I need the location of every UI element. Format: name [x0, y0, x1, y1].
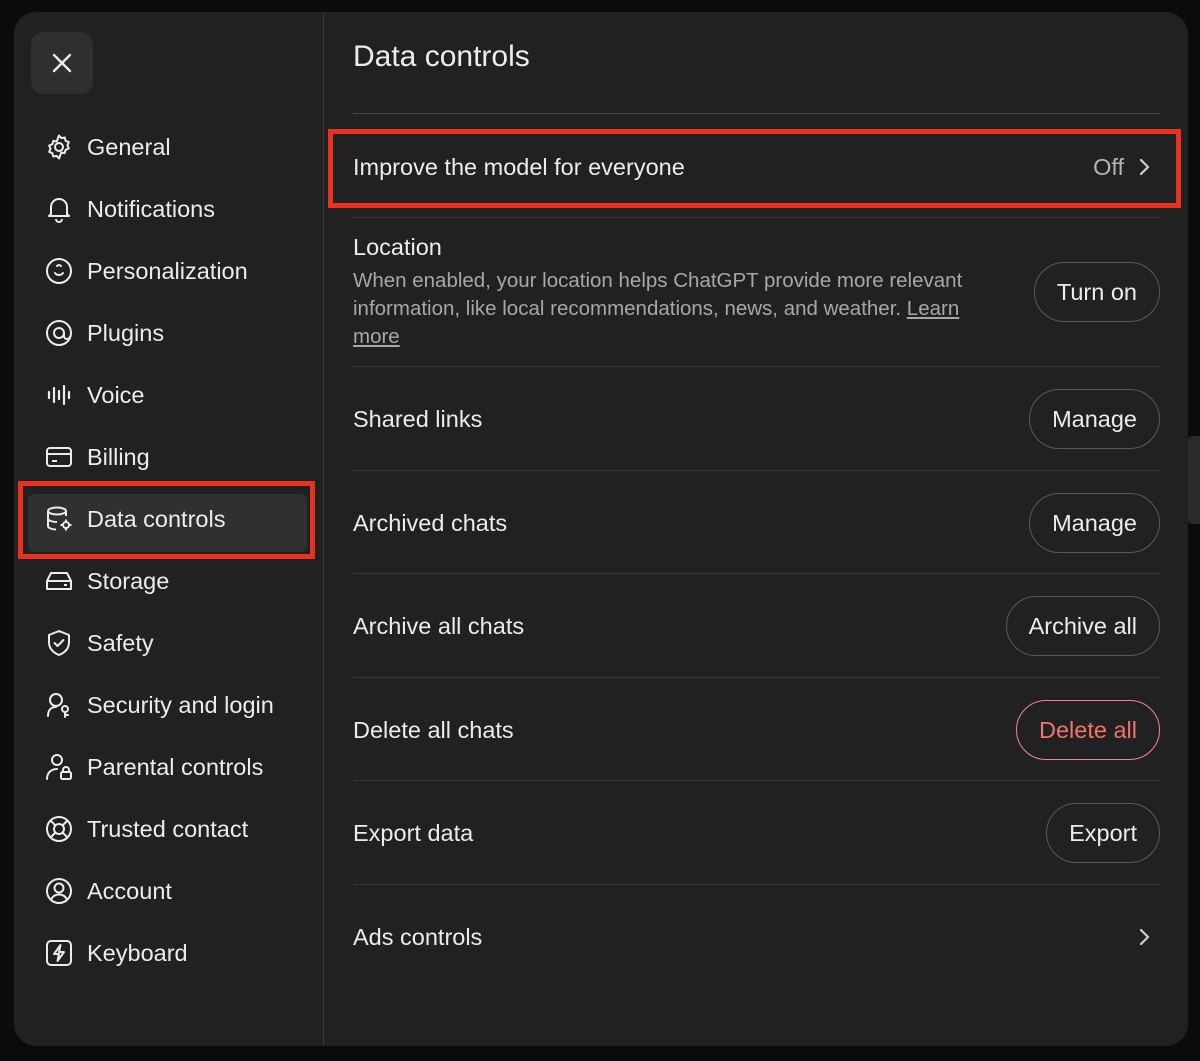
sidebar-item-label: Security and login	[87, 691, 274, 718]
bell-icon	[44, 194, 74, 224]
export-data-row: Export data Export	[353, 801, 1160, 865]
sidebar-item-parental-controls[interactable]: Parental controls	[14, 736, 323, 798]
settings-sidebar: General Notifications Personalization Pl…	[14, 12, 324, 1046]
location-turn-on-button[interactable]: Turn on	[1033, 262, 1160, 322]
plugins-icon	[44, 318, 74, 348]
close-icon	[52, 53, 72, 73]
sidebar-item-account[interactable]: Account	[14, 860, 323, 922]
delete-all-row: Delete all chats Delete all	[353, 698, 1160, 762]
ads-controls-row[interactable]: Ads controls	[353, 905, 1160, 969]
improve-model-status: Off	[1093, 153, 1124, 180]
archive-all-label: Archive all chats	[353, 612, 525, 639]
row-divider	[353, 217, 1160, 218]
shared-links-row: Shared links Manage	[353, 387, 1160, 451]
sidebar-item-billing[interactable]: Billing	[14, 426, 323, 488]
sidebar-item-voice[interactable]: Voice	[14, 364, 323, 426]
row-divider	[353, 677, 1160, 678]
sidebar-item-label: Personalization	[87, 257, 248, 284]
archived-chats-manage-button[interactable]: Manage	[1029, 493, 1160, 553]
database-gear-icon	[44, 504, 74, 534]
improve-model-label: Improve the model for everyone	[353, 153, 685, 180]
location-label: Location	[353, 234, 442, 260]
archive-all-button[interactable]: Archive all	[1005, 596, 1160, 656]
sidebar-item-data-controls[interactable]: Data controls	[14, 488, 323, 552]
settings-nav: General Notifications Personalization Pl…	[14, 116, 323, 984]
title-divider	[353, 113, 1160, 114]
row-divider	[353, 573, 1160, 574]
user-circle-icon	[44, 876, 74, 906]
row-divider	[353, 470, 1160, 471]
delete-all-label: Delete all chats	[353, 716, 514, 743]
sidebar-item-plugins[interactable]: Plugins	[14, 302, 323, 364]
improve-model-value[interactable]: Off	[1093, 154, 1160, 181]
keyboard-bolt-icon	[44, 938, 74, 968]
location-description: When enabled, your location helps ChatGP…	[353, 267, 1003, 351]
chevron-right-icon	[1139, 158, 1150, 176]
improve-model-row[interactable]: Improve the model for everyone Off	[353, 138, 1160, 196]
sidebar-item-keyboard[interactable]: Keyboard	[14, 922, 323, 984]
chevron-right-icon	[1139, 928, 1150, 946]
sidebar-item-label: Billing	[87, 443, 150, 470]
shared-links-manage-button[interactable]: Manage	[1029, 389, 1160, 449]
shared-links-label: Shared links	[353, 405, 483, 432]
sidebar-item-notifications[interactable]: Notifications	[14, 178, 323, 240]
location-description-text: When enabled, your location helps ChatGP…	[353, 269, 963, 320]
location-row: Location When enabled, your location hel…	[353, 234, 1160, 362]
sidebar-item-label: General	[87, 133, 171, 160]
row-divider	[353, 780, 1160, 781]
export-button[interactable]: Export	[1046, 803, 1160, 863]
window-edge	[1188, 436, 1200, 524]
personalization-icon	[44, 256, 74, 286]
settings-content: Data controls Improve the model for ever…	[353, 12, 1160, 1046]
sidebar-item-label: Trusted contact	[87, 815, 249, 842]
ads-controls-label: Ads controls	[353, 923, 483, 950]
sidebar-item-label: Data controls	[87, 505, 226, 532]
credit-card-icon	[44, 442, 74, 472]
sidebar-item-label: Storage	[87, 567, 170, 594]
sidebar-item-label: Keyboard	[87, 939, 188, 966]
archive-all-row: Archive all chats Archive all	[353, 594, 1160, 658]
sidebar-item-label: Plugins	[87, 319, 165, 346]
archived-chats-row: Archived chats Manage	[353, 491, 1160, 555]
lifebuoy-icon	[44, 814, 74, 844]
row-divider	[353, 366, 1160, 367]
export-data-label: Export data	[353, 819, 474, 846]
sidebar-item-label: Voice	[87, 381, 145, 408]
waveform-icon	[44, 380, 74, 410]
archived-chats-label: Archived chats	[353, 509, 508, 536]
sidebar-item-label: Account	[87, 877, 172, 904]
storage-drive-icon	[44, 566, 74, 596]
settings-dialog: General Notifications Personalization Pl…	[14, 12, 1188, 1046]
sidebar-item-trusted-contact[interactable]: Trusted contact	[14, 798, 323, 860]
sidebar-item-personalization[interactable]: Personalization	[14, 240, 323, 302]
page-title: Data controls	[353, 40, 530, 73]
sidebar-item-storage[interactable]: Storage	[14, 550, 323, 612]
sidebar-item-security[interactable]: Security and login	[14, 674, 323, 736]
location-text: Location When enabled, your location hel…	[353, 234, 1003, 351]
delete-all-button[interactable]: Delete all	[1016, 700, 1160, 760]
close-button[interactable]	[31, 32, 93, 94]
sidebar-item-general[interactable]: General	[14, 116, 323, 178]
sidebar-item-safety[interactable]: Safety	[14, 612, 323, 674]
gear-icon	[44, 132, 74, 162]
security-person-icon	[44, 690, 74, 720]
sidebar-item-label: Parental controls	[87, 753, 264, 780]
sidebar-item-label: Safety	[87, 629, 154, 656]
shield-check-icon	[44, 628, 74, 658]
person-lock-icon	[44, 752, 74, 782]
row-divider	[353, 884, 1160, 885]
sidebar-item-label: Notifications	[87, 195, 215, 222]
